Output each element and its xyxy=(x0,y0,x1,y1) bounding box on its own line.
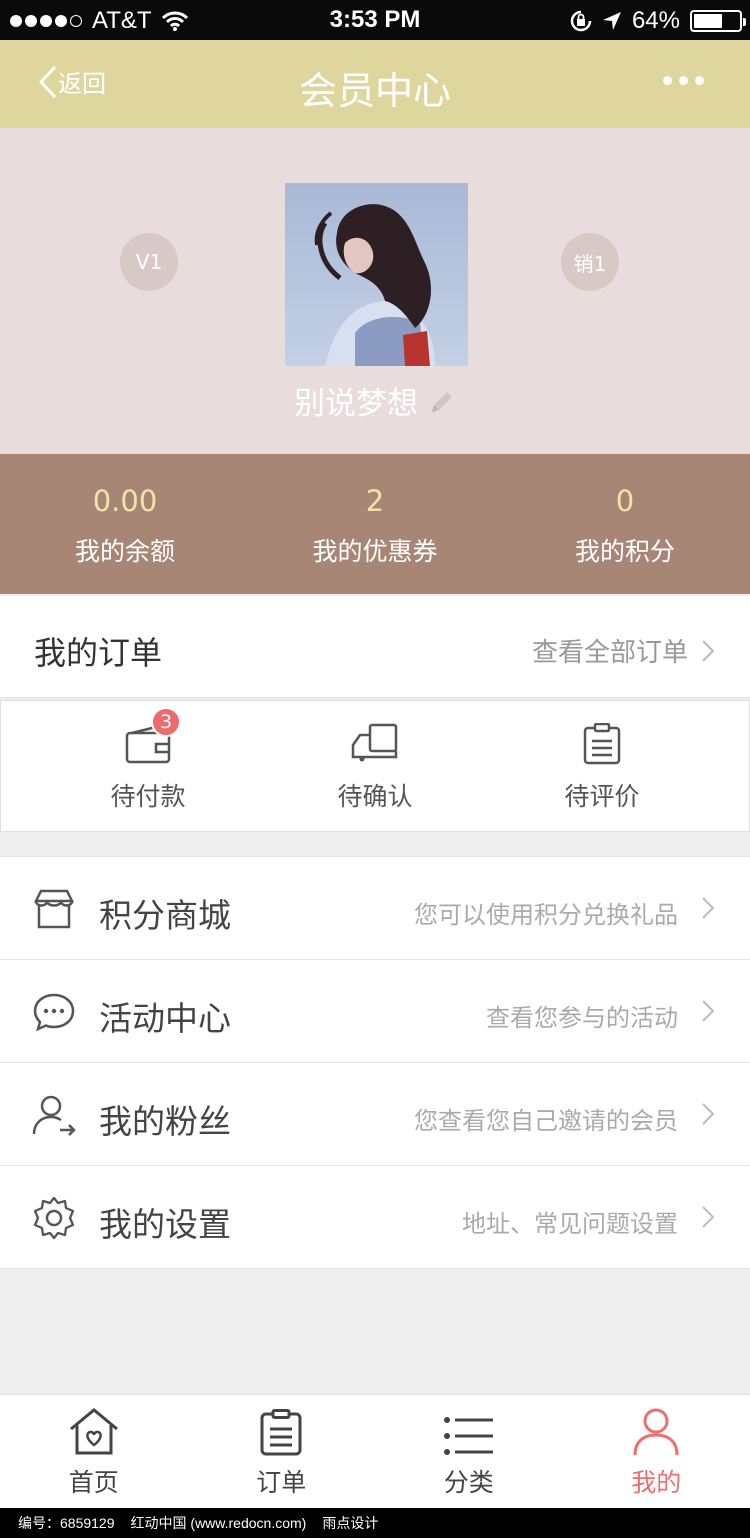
person-icon xyxy=(633,1408,679,1456)
tab-label: 我的 xyxy=(631,1468,682,1497)
chat-icon xyxy=(33,993,75,1032)
menu-desc: 地址、常见问题设置 xyxy=(462,1210,678,1238)
username: 别说梦想 xyxy=(0,378,750,424)
chevron-right-icon xyxy=(702,639,714,662)
home-icon xyxy=(69,1408,118,1455)
order-status-row: 3 待付款 待确认 待评价 xyxy=(0,700,750,832)
stat-balance[interactable]: 0.00 我的余额 xyxy=(0,454,250,594)
order-pending-confirm[interactable]: 待确认 xyxy=(300,717,450,813)
location-icon xyxy=(602,12,621,30)
stat-label: 我的积分 xyxy=(574,537,675,566)
menu-item-activity-center[interactable]: 活动中心 查看您参与的活动 xyxy=(0,960,750,1063)
order-status-label: 待评价 xyxy=(564,782,640,811)
profile-header: V1 销1 别说梦想 xyxy=(0,128,750,454)
gear-icon xyxy=(33,1196,75,1240)
stat-label: 我的优惠券 xyxy=(312,537,438,566)
account-stats: 0.00 我的余额 2 我的优惠券 0 我的积分 xyxy=(0,454,750,594)
vip-level-badge[interactable]: V1 xyxy=(120,233,178,291)
chevron-right-icon xyxy=(702,1206,714,1228)
stat-value: 0 xyxy=(615,484,635,518)
orientation-lock-icon xyxy=(570,10,592,32)
chevron-right-icon xyxy=(702,1000,714,1022)
my-orders-header[interactable]: 我的订单 查看全部订单 xyxy=(0,596,750,698)
stat-value: 2 xyxy=(365,484,385,518)
shop-icon xyxy=(33,889,75,929)
username-text: 别说梦想 xyxy=(294,386,418,422)
menu-item-settings[interactable]: 我的设置 地址、常见问题设置 xyxy=(0,1166,750,1269)
battery-percent: 64% xyxy=(631,7,680,34)
battery-icon xyxy=(690,10,746,32)
nav-bar: 返回 会员中心 xyxy=(0,40,750,128)
tab-label: 订单 xyxy=(256,1468,307,1497)
order-status-label: 待确认 xyxy=(337,782,413,811)
view-all-label: 查看全部订单 xyxy=(531,638,688,668)
truck-icon xyxy=(351,723,398,762)
order-pending-review[interactable]: 待评价 xyxy=(527,717,677,813)
tab-mine[interactable]: 我的 xyxy=(563,1395,750,1508)
page-title: 会员中心 xyxy=(298,69,451,113)
watermark-id: 编号：6859129 xyxy=(18,1515,115,1531)
menu-label: 活动中心 xyxy=(99,999,231,1038)
watermark-author: 雨点设计 xyxy=(322,1515,379,1531)
clipboard-icon xyxy=(583,723,621,765)
tab-label: 分类 xyxy=(443,1468,494,1497)
stat-coupons[interactable]: 2 我的优惠券 xyxy=(250,454,500,594)
user-share-icon xyxy=(32,1095,76,1136)
status-bar: AT&T 3:53 PM 64% xyxy=(0,0,750,40)
sales-level-badge[interactable]: 销1 xyxy=(561,233,619,291)
menu-item-my-fans[interactable]: 我的粉丝 您查看您自己邀请的会员 xyxy=(0,1063,750,1166)
tab-home[interactable]: 首页 xyxy=(0,1395,188,1508)
menu-desc: 您可以使用积分兑换礼品 xyxy=(414,901,678,929)
stat-label: 我的余额 xyxy=(74,537,175,566)
orders-title: 我的订单 xyxy=(34,634,163,672)
order-status-label: 待付款 xyxy=(110,782,186,811)
menu-label: 我的粉丝 xyxy=(99,1102,231,1141)
order-list-icon xyxy=(260,1409,302,1456)
menu-label: 积分商城 xyxy=(99,896,231,935)
category-list-icon xyxy=(443,1417,493,1455)
chevron-right-icon xyxy=(702,1103,714,1125)
menu-desc: 查看您参与的活动 xyxy=(486,1004,678,1032)
view-all-orders-link[interactable]: 查看全部订单 xyxy=(532,632,714,669)
stat-value: 0.00 xyxy=(92,484,158,518)
more-icon[interactable] xyxy=(663,76,704,85)
tab-orders[interactable]: 订单 xyxy=(188,1395,376,1508)
chevron-right-icon xyxy=(702,897,714,919)
menu-item-points-mall[interactable]: 积分商城 您可以使用积分兑换礼品 xyxy=(0,857,750,960)
avatar[interactable] xyxy=(285,183,468,366)
pencil-icon[interactable] xyxy=(428,388,456,424)
watermark-footer: 编号：6859129 红动中国 (www.redocn.com) 雨点设计 xyxy=(0,1508,750,1538)
menu-label: 我的设置 xyxy=(99,1205,231,1244)
tab-label: 首页 xyxy=(68,1468,119,1497)
stat-points[interactable]: 0 我的积分 xyxy=(500,454,750,594)
pending-count-badge: 3 xyxy=(151,707,181,737)
tab-category[interactable]: 分类 xyxy=(375,1395,563,1508)
bottom-tab-bar: 首页 订单 分类 我的 xyxy=(0,1394,750,1508)
menu-list: 积分商城 您可以使用积分兑换礼品 活动中心 查看您参与的活动 我的粉丝 您查看您… xyxy=(0,856,750,1269)
watermark-site: 红动中国 (www.redocn.com) xyxy=(130,1515,307,1531)
menu-desc: 您查看您自己邀请的会员 xyxy=(414,1107,678,1135)
order-pending-payment[interactable]: 3 待付款 xyxy=(73,707,223,813)
